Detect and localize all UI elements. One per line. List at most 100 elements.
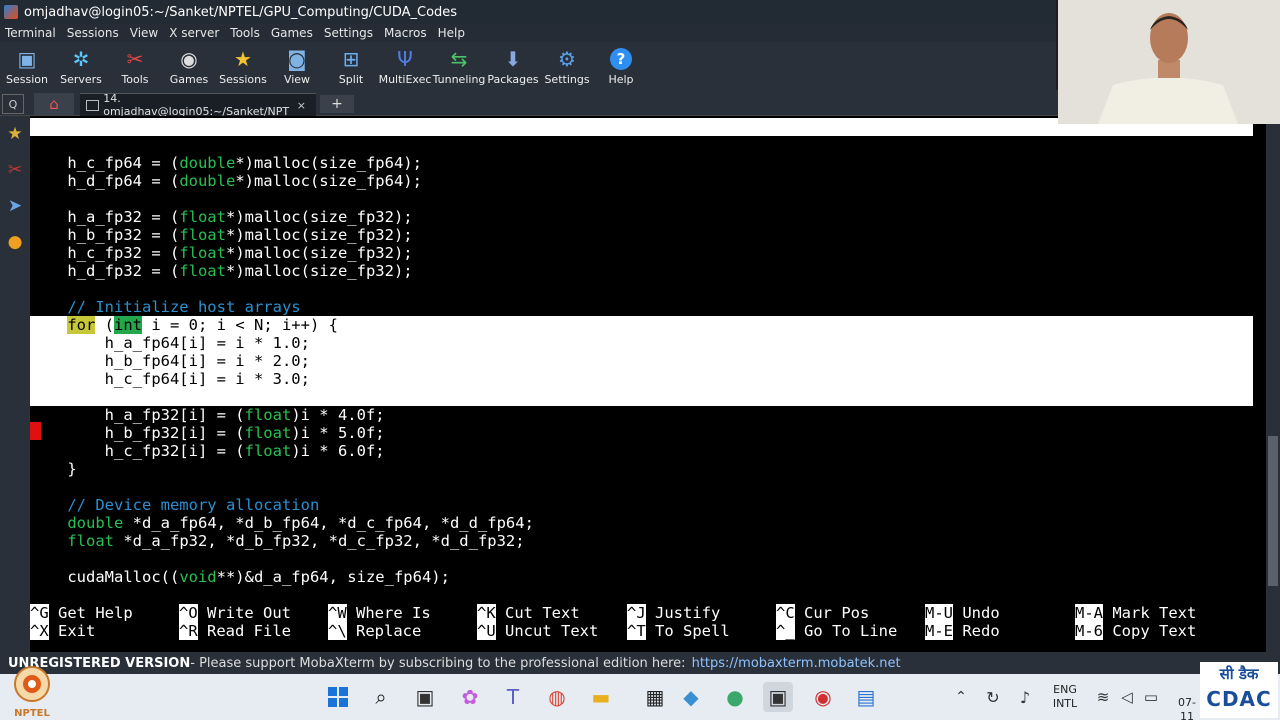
windows-start-icon: [328, 687, 348, 707]
code-line: h_c_fp64[i] = i * 3.0;: [30, 370, 310, 388]
code-line: h_a_fp64[i] = i * 1.0;: [30, 334, 310, 352]
packages-button[interactable]: ⬇ Packages: [486, 42, 540, 90]
tools-button[interactable]: ✂ Tools: [108, 42, 162, 90]
menu-settings[interactable]: Settings: [319, 26, 379, 40]
menu-tools[interactable]: Tools: [225, 26, 266, 40]
code-line: h_c_fp64 = (double*)malloc(size_fp64);: [30, 154, 422, 172]
mobaxterm-taskbar-icon[interactable]: ▣: [763, 682, 793, 712]
shortcut-justify[interactable]: ^J Justify: [627, 604, 720, 622]
multiexec-button[interactable]: Ψ MultiExec: [378, 42, 432, 90]
scrollbar-thumb[interactable]: [1268, 436, 1278, 586]
session-icon: ▣: [17, 46, 37, 71]
sidebar-macros-icon[interactable]: ●: [0, 224, 30, 260]
shortcut-redo[interactable]: M-E Redo: [925, 622, 1000, 640]
svg-text:NPTEL: NPTEL: [14, 708, 50, 718]
view-icon: ◙: [287, 46, 307, 71]
status-message: - Please support MobaXterm by subscribin…: [190, 655, 686, 671]
split-button[interactable]: ⊞ Split: [324, 42, 378, 90]
shortcut-uncut-text[interactable]: ^U Uncut Text: [477, 622, 598, 640]
sessions-button[interactable]: ★ Sessions: [216, 42, 270, 90]
menu-games[interactable]: Games: [266, 26, 319, 40]
copilot-icon[interactable]: ✿: [455, 682, 485, 712]
terminal-area[interactable]: GNU nano 2.9.8 08.FP64-FP32.cu h_c_fp64 …: [30, 116, 1266, 652]
code-line: h_b_fp32[i] = (float)i * 5.0f;: [30, 424, 385, 442]
multiexec-icon: Ψ: [397, 46, 413, 71]
menu-sessions[interactable]: Sessions: [62, 26, 125, 40]
menu-view[interactable]: View: [125, 26, 164, 40]
packages-icon: ⬇: [504, 46, 522, 71]
code-line: h_c_fp32 = (float*)malloc(size_fp32);: [30, 244, 413, 262]
shortcut-undo[interactable]: M-U Undo: [925, 604, 1000, 622]
menu-terminal[interactable]: Terminal: [0, 26, 62, 40]
notepad-icon[interactable]: ▤: [851, 682, 881, 712]
show-hidden-icons[interactable]: ⌃: [946, 682, 976, 712]
code-line: }: [30, 460, 77, 478]
tab-label: 14. omjadhav@login05:~/Sanket/NPT: [103, 92, 290, 118]
code-line: h_d_fp64 = (double*)malloc(size_fp64);: [30, 172, 422, 190]
nptel-logo: NPTEL: [4, 664, 60, 719]
sidebar-tools-icon[interactable]: ✂: [0, 152, 30, 188]
notification-app-icon[interactable]: ▦: [640, 682, 670, 712]
games-button[interactable]: ◉ Games: [162, 42, 216, 90]
home-tab[interactable]: ⌂: [34, 93, 74, 115]
shortcut-copy-text[interactable]: M-6 Copy Text: [1075, 622, 1196, 640]
home-icon: ⌂: [49, 95, 59, 113]
terminal-scrollbar[interactable]: [1266, 116, 1280, 652]
file-explorer-icon[interactable]: ▬: [586, 682, 616, 712]
code-line: h_b_fp32 = (float*)malloc(size_fp32);: [30, 226, 413, 244]
menu-macros[interactable]: Macros: [379, 26, 433, 40]
clock-date[interactable]: 07-11: [1172, 696, 1202, 720]
sidebar-sftp-icon[interactable]: ➤: [0, 188, 30, 224]
servers-button[interactable]: ✲ Servers: [54, 42, 108, 90]
presenter-figure: [1058, 0, 1280, 124]
sync-icon[interactable]: ↻: [978, 682, 1008, 712]
windows-taskbar: ⌕ ▣ ✿ T ◍ ▬ ▦ ◆ ● ▣ ◉ ▤ ⌃ ↻ ♪ ENG INTL ≋ …: [0, 674, 1280, 720]
close-tab-icon[interactable]: ×: [297, 99, 306, 112]
shortcut-read-file[interactable]: ^R Read File: [179, 622, 291, 640]
quick-connect-search[interactable]: Q: [2, 94, 24, 114]
shortcut-go-to-line[interactable]: ^_ Go To Line: [776, 622, 897, 640]
chrome-icon[interactable]: ◍: [542, 682, 572, 712]
shortcut-mark-text[interactable]: M-A Mark Text: [1075, 604, 1196, 622]
shortcut-where-is[interactable]: ^W Where Is: [328, 604, 431, 622]
new-tab-button[interactable]: +: [320, 95, 354, 113]
star-icon: ★: [234, 46, 252, 71]
tunneling-icon: ⇆: [450, 46, 468, 71]
start-button[interactable]: [323, 682, 353, 712]
microphone-icon[interactable]: ♪: [1010, 682, 1040, 712]
task-view-icon[interactable]: ▣: [410, 682, 440, 712]
session-button[interactable]: ▣ Session: [0, 42, 54, 90]
main-toolbar: ▣ Session ✲ Servers ✂ Tools ◉ Games ★ Session…: [0, 42, 1056, 90]
settings-button[interactable]: ⚙ Settings: [540, 42, 594, 90]
green-app-icon[interactable]: ●: [720, 682, 750, 712]
left-sidebar: ★ ✂ ➤ ●: [0, 116, 30, 652]
tunneling-button[interactable]: ⇆ Tunneling: [432, 42, 486, 90]
mobaxterm-link[interactable]: https://mobaxterm.mobatek.net: [692, 656, 901, 671]
sidebar-star-icon[interactable]: ★: [0, 116, 30, 152]
language-indicator[interactable]: ENG INTL: [1048, 683, 1082, 711]
search-icon[interactable]: ⌕: [366, 682, 396, 712]
games-icon: ◉: [180, 46, 198, 71]
shortcut-cur-pos[interactable]: ^C Cur Pos: [776, 604, 869, 622]
shortcut-to-spell[interactable]: ^T To Spell: [627, 622, 730, 640]
view-button[interactable]: ◙ View: [270, 42, 324, 90]
help-button[interactable]: ? Help: [594, 42, 648, 90]
code-comment: // Device memory allocation: [30, 496, 320, 514]
fox-app-icon[interactable]: ◆: [676, 682, 706, 712]
battery-icon[interactable]: ▭: [1136, 682, 1166, 712]
mobaxterm-icon: [4, 5, 18, 19]
menu-help[interactable]: Help: [433, 26, 471, 40]
recorder-icon[interactable]: ◉: [808, 682, 838, 712]
shortcut-get-help[interactable]: ^G Get Help: [30, 604, 133, 622]
code-line: double *d_a_fp64, *d_b_fp64, *d_c_fp64, …: [67, 514, 534, 532]
teams-icon[interactable]: T: [498, 682, 528, 712]
shortcut-cut-text[interactable]: ^K Cut Text: [477, 604, 580, 622]
shortcut-write-out[interactable]: ^O Write Out: [179, 604, 291, 622]
menu-xserver[interactable]: X server: [164, 26, 225, 40]
shortcut-replace[interactable]: ^\ Replace: [328, 622, 421, 640]
tools-icon: ✂: [126, 46, 144, 71]
nptel-emblem: NPTEL: [14, 666, 50, 719]
tab-session-14[interactable]: 14. omjadhav@login05:~/Sanket/NPT ×: [80, 92, 316, 118]
shortcut-exit[interactable]: ^X Exit: [30, 622, 95, 640]
cdac-logo: सी डैक CDAC: [1200, 662, 1278, 718]
